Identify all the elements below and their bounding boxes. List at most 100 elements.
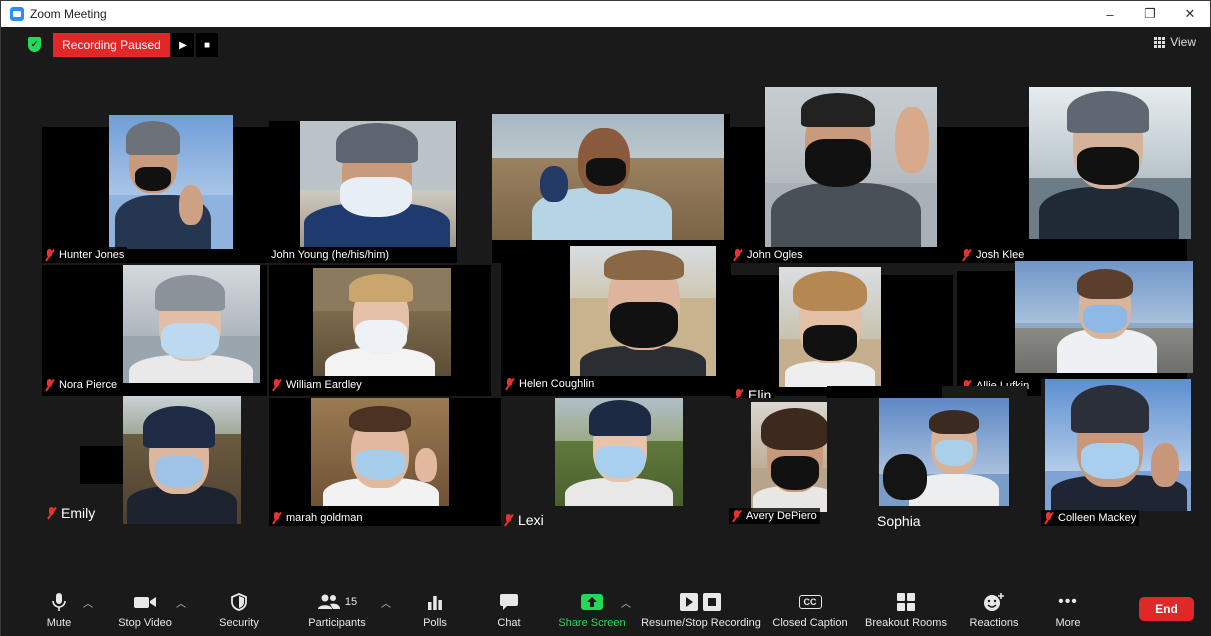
breakout-rooms-button[interactable]: Breakout Rooms	[861, 589, 951, 636]
more-label: More	[1055, 617, 1081, 629]
resume-stop-recording-button[interactable]: Resume/Stop Recording	[637, 589, 765, 636]
closed-caption-label: Closed Caption	[772, 617, 848, 629]
chat-button[interactable]: Chat	[491, 589, 527, 636]
participant-tile-elin[interactable]: Elin	[729, 267, 953, 405]
participant-tile-helen-coughlin[interactable]: Helen Coughlin	[501, 246, 731, 396]
participant-video	[492, 114, 724, 240]
participant-tile-emily[interactable]: Emily	[42, 396, 267, 526]
polls-chart-icon	[427, 589, 443, 615]
reactions-smiley-icon	[983, 589, 1005, 615]
meeting-toolbar: Mute ︿ Stop Video ︿ Security 15 Particip…	[1, 587, 1211, 636]
meeting-stage: ✓ Recording Paused ▶ ■ View Hunter Jones	[1, 27, 1211, 636]
participant-name: Helen Coughlin	[519, 378, 595, 390]
encryption-shield-icon[interactable]: ✓	[28, 37, 41, 52]
participant-tile-lexi[interactable]: Lexi	[501, 398, 731, 528]
participant-name: John Young (he/his/him)	[271, 249, 390, 261]
resume-recording-button[interactable]: ▶	[172, 33, 194, 57]
muted-mic-icon	[732, 249, 743, 261]
polls-label: Polls	[423, 617, 447, 629]
closed-caption-button[interactable]: CC Closed Caption	[769, 589, 851, 636]
participant-name-tag: Sophia	[875, 511, 924, 531]
share-screen-icon	[580, 589, 604, 615]
participant-name: Emily	[61, 505, 96, 521]
breakout-rooms-icon	[896, 589, 916, 615]
participant-name-tag: marah goldman	[269, 510, 366, 526]
participant-name: William Eardley	[286, 379, 362, 391]
participant-tile-william-eardley[interactable]: William Eardley	[269, 265, 491, 396]
participant-tile-allie-lufkin[interactable]: Allie Lufkin	[957, 261, 1193, 396]
participant-name-tag: Emily	[44, 503, 98, 523]
participant-tile-john-young[interactable]: John Young (he/his/him)	[269, 121, 457, 263]
muted-mic-icon	[1043, 512, 1054, 524]
zoom-logo-icon	[10, 7, 24, 21]
participant-name: John Ogles	[747, 249, 803, 261]
audio-options-caret-icon[interactable]: ︿	[83, 595, 93, 610]
participants-count: 15	[344, 596, 358, 608]
more-ellipsis-icon: •••	[1058, 593, 1078, 610]
muted-mic-icon	[46, 507, 57, 519]
participants-label: Participants	[308, 617, 366, 629]
participant-name-tag: William Eardley	[269, 377, 365, 393]
participant-video	[765, 87, 937, 247]
more-button[interactable]: ••• More	[1051, 589, 1085, 636]
end-meeting-button[interactable]: End	[1139, 597, 1194, 621]
closed-caption-icon: CC	[798, 589, 822, 615]
participant-tile-hunter-jones[interactable]: Hunter Jones	[42, 115, 272, 263]
window-title: Zoom Meeting	[30, 7, 107, 21]
participant-tile-sophia[interactable]: Sophia	[827, 386, 1027, 529]
share-options-caret-icon[interactable]: ︿	[621, 595, 631, 610]
participant-tile-aakash[interactable]: aakash	[492, 114, 730, 263]
chat-label: Chat	[497, 617, 521, 629]
restore-button[interactable]: ❐	[1130, 1, 1170, 27]
polls-button[interactable]: Polls	[417, 589, 453, 636]
share-screen-button[interactable]: Share Screen	[557, 589, 627, 636]
zoom-window: Zoom Meeting – ❐ ✕ ✓ Recording Paused ▶ …	[0, 0, 1211, 636]
muted-mic-icon	[44, 249, 55, 261]
participant-tile-josh-klee[interactable]: Josh Klee	[957, 87, 1191, 263]
resume-stop-recording-label: Resume/Stop Recording	[641, 617, 761, 629]
stop-recording-button[interactable]: ■	[196, 33, 218, 57]
participant-tile-marah-goldman[interactable]: marah goldman	[269, 398, 531, 526]
participant-video	[570, 246, 716, 376]
security-button[interactable]: Security	[213, 589, 265, 636]
muted-mic-icon	[44, 379, 55, 391]
participant-name: Lexi	[518, 512, 544, 528]
mute-button[interactable]: Mute	[41, 589, 77, 636]
participant-video	[300, 121, 456, 247]
close-button[interactable]: ✕	[1170, 1, 1210, 27]
mute-label: Mute	[46, 617, 72, 629]
participant-video	[879, 398, 1009, 506]
participant-video	[751, 402, 839, 512]
participant-name-tag: John Young (he/his/him)	[269, 247, 393, 263]
participant-tile-colleen-mackey[interactable]: Colleen Mackey	[1041, 379, 1191, 526]
participant-video	[1015, 261, 1193, 373]
stop-video-button[interactable]: Stop Video	[114, 589, 176, 636]
muted-mic-icon	[504, 378, 515, 390]
participant-name-tag: Colleen Mackey	[1041, 510, 1140, 526]
security-label: Security	[219, 617, 259, 629]
participants-options-caret-icon[interactable]: ︿	[381, 595, 391, 610]
participant-video	[1029, 87, 1191, 239]
participant-name: Colleen Mackey	[1058, 512, 1137, 524]
video-camera-icon	[133, 589, 157, 615]
participant-video	[555, 398, 683, 506]
view-button[interactable]: View	[1154, 35, 1196, 49]
title-bar: Zoom Meeting – ❐ ✕	[1, 1, 1210, 27]
participant-video	[123, 265, 260, 383]
participants-button[interactable]: 15 Participants	[303, 589, 371, 636]
participant-name-tag: Helen Coughlin	[502, 376, 598, 392]
muted-mic-icon	[271, 379, 282, 391]
participant-name: Josh Klee	[976, 249, 1025, 261]
participant-video	[313, 268, 451, 376]
reactions-button[interactable]: Reactions	[965, 589, 1023, 636]
participant-name: Avery DePiero	[746, 510, 817, 522]
stop-video-label: Stop Video	[118, 617, 172, 629]
participant-video	[779, 267, 881, 387]
participant-name: Hunter Jones	[59, 249, 125, 261]
participant-tile-john-ogles[interactable]: John Ogles	[730, 87, 960, 263]
minimize-button[interactable]: –	[1090, 1, 1130, 27]
resume-stop-recording-icon	[679, 589, 723, 615]
video-options-caret-icon[interactable]: ︿	[176, 595, 186, 610]
meeting-top-bar: ✓ Recording Paused ▶ ■ View	[1, 27, 1211, 61]
participant-tile-nora-pierce[interactable]: Nora Pierce	[42, 265, 267, 396]
